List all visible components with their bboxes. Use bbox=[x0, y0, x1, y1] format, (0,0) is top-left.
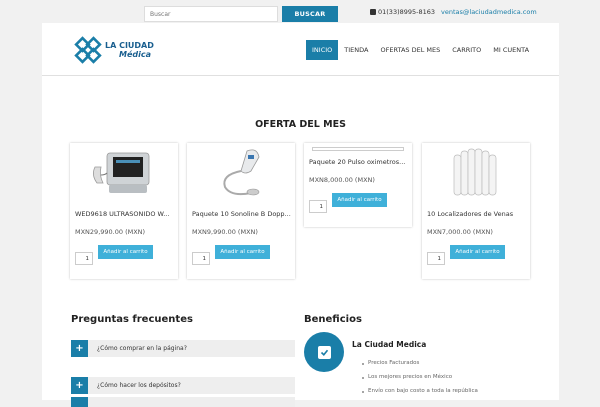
plus-icon[interactable]: + bbox=[71, 340, 88, 357]
phone-icon bbox=[370, 9, 376, 15]
search-button[interactable]: BUSCAR bbox=[282, 6, 338, 22]
benefits-badge bbox=[304, 332, 344, 372]
product-image-placeholder[interactable] bbox=[312, 147, 404, 151]
benefits-list: Precios Facturados Los mejores precios e… bbox=[362, 360, 478, 402]
product-name[interactable]: Paquete 20 Pulso oximetros... bbox=[309, 158, 409, 166]
quantity-input[interactable]: 1 bbox=[427, 252, 445, 265]
benefit-item: Precios Facturados bbox=[362, 360, 478, 374]
logo-text-sub: Médica bbox=[119, 50, 151, 59]
ultrasound-image bbox=[93, 152, 150, 193]
doppler-image bbox=[223, 149, 260, 196]
product-card: Paquete 10 Sonoline B Dopp... MXN9,990.0… bbox=[187, 143, 295, 279]
benefits-heading: La Ciudad Medica bbox=[352, 340, 427, 349]
product-card: WED9618 ULTRASONIDO W... MXN29,990.00 (M… bbox=[70, 143, 178, 279]
quantity-input[interactable]: 1 bbox=[192, 252, 210, 265]
faq-question[interactable]: ¿Cómo comprar en la página? bbox=[97, 345, 187, 352]
add-to-cart-button[interactable]: Añadir al carrito bbox=[215, 245, 270, 259]
product-price: MXN8,000.00 (MXN) bbox=[309, 176, 375, 184]
quantity-input[interactable]: 1 bbox=[75, 252, 93, 265]
product-name[interactable]: Paquete 10 Sonoline B Dopp... bbox=[192, 210, 292, 218]
nav-ofertas[interactable]: OFERTAS DEL MES bbox=[374, 40, 446, 60]
quantity-input[interactable]: 1 bbox=[309, 200, 327, 213]
benefits-title: Beneficios bbox=[304, 314, 362, 325]
logo-icon bbox=[74, 36, 102, 64]
add-to-cart-button[interactable]: Añadir al carrito bbox=[450, 245, 505, 259]
product-image[interactable] bbox=[70, 143, 178, 203]
product-name[interactable]: 10 Localizadores de Venas bbox=[427, 210, 527, 218]
product-image[interactable] bbox=[187, 143, 295, 203]
benefit-item: Los mejores precios en México bbox=[362, 374, 478, 388]
phone-number: 01(33)8995-8163 bbox=[378, 8, 436, 16]
nav-mi-cuenta[interactable]: MI CUENTA bbox=[487, 40, 535, 60]
product-price: MXN9,990.00 (MXN) bbox=[192, 228, 258, 236]
nav-inicio[interactable]: INICIO bbox=[306, 40, 339, 60]
nav-carrito[interactable]: CARRITO bbox=[446, 40, 487, 60]
add-to-cart-button[interactable]: Añadir al carrito bbox=[98, 245, 153, 259]
logo-text-main: LA CIUDAD bbox=[105, 41, 154, 50]
faq-item[interactable]: + ¿Cómo hacer los depósitos? bbox=[71, 377, 295, 394]
phone-contact: 01(33)8995-8163 bbox=[370, 8, 435, 16]
faq-question[interactable]: ¿Cómo hacer los depósitos? bbox=[97, 382, 181, 389]
main-container: LA CIUDAD Médica INICIO TIENDA OFERTAS D… bbox=[42, 23, 559, 407]
add-to-cart-button[interactable]: Añadir al carrito bbox=[332, 193, 387, 207]
email-link[interactable]: ventas@laciudadmedica.com bbox=[441, 8, 537, 16]
logo[interactable]: LA CIUDAD Médica bbox=[74, 36, 154, 64]
main-nav: INICIO TIENDA OFERTAS DEL MES CARRITO MI… bbox=[306, 40, 535, 60]
vein-locator-image bbox=[453, 148, 497, 196]
product-card: Paquete 20 Pulso oximetros... MXN8,000.0… bbox=[304, 143, 412, 227]
product-price: MXN29,990.00 (MXN) bbox=[75, 228, 146, 236]
search-input[interactable] bbox=[144, 6, 278, 22]
nav-tienda[interactable]: TIENDA bbox=[338, 40, 374, 60]
product-image[interactable] bbox=[422, 143, 530, 203]
product-card: 10 Localizadores de Venas MXN7,000.00 (M… bbox=[422, 143, 530, 279]
product-price: MXN7,000.00 (MXN) bbox=[427, 228, 493, 236]
site-header: LA CIUDAD Médica INICIO TIENDA OFERTAS D… bbox=[42, 23, 559, 76]
plus-icon[interactable]: + bbox=[71, 377, 88, 394]
plus-icon[interactable] bbox=[71, 397, 88, 407]
product-name[interactable]: WED9618 ULTRASONIDO W... bbox=[75, 210, 175, 218]
checkbox-icon bbox=[317, 345, 331, 359]
faq-item[interactable]: + ¿Cómo comprar en la página? bbox=[71, 340, 295, 357]
faq-title: Preguntas frecuentes bbox=[71, 314, 193, 325]
faq-item-partial[interactable] bbox=[71, 397, 295, 407]
section-title: OFERTA DEL MES bbox=[255, 119, 346, 130]
